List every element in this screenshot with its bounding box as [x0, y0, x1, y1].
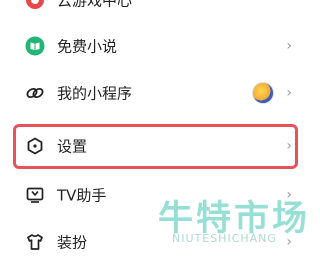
chevron-right-icon: ›: [286, 234, 292, 250]
menu-item-cloud-game[interactable]: 云游戏中心: [0, 0, 316, 20]
chevron-right-icon: ›: [286, 38, 292, 54]
cloud-game-icon: [24, 0, 46, 11]
chevron-right-icon: ›: [286, 138, 292, 154]
book-icon: [24, 35, 46, 57]
menu-item-label: TV助手: [57, 186, 107, 205]
mini-program-icon: [24, 82, 46, 104]
menu-item-label: 免费小说: [57, 37, 118, 56]
mini-program-avatar: [252, 82, 274, 104]
menu-item-mini-programs[interactable]: 我的小程序 ›: [0, 73, 316, 113]
menu-item-settings[interactable]: 设置 ›: [0, 126, 316, 166]
chevron-right-icon: ›: [286, 187, 292, 203]
menu-item-dress-up[interactable]: 装扮 ›: [0, 222, 316, 262]
menu-item-free-novel[interactable]: 免费小说 ›: [0, 26, 316, 66]
chevron-right-icon: ›: [286, 85, 292, 101]
tv-icon: [24, 184, 46, 206]
menu-item-tv-assistant[interactable]: TV助手 ›: [0, 175, 316, 215]
menu-item-label: 我的小程序: [57, 84, 133, 103]
menu-item-label: 装扮: [57, 233, 88, 252]
menu-item-label: 设置: [57, 137, 88, 156]
settings-icon: [24, 135, 46, 157]
menu-item-label: 云游戏中心: [57, 0, 133, 10]
tshirt-icon: [24, 231, 46, 253]
